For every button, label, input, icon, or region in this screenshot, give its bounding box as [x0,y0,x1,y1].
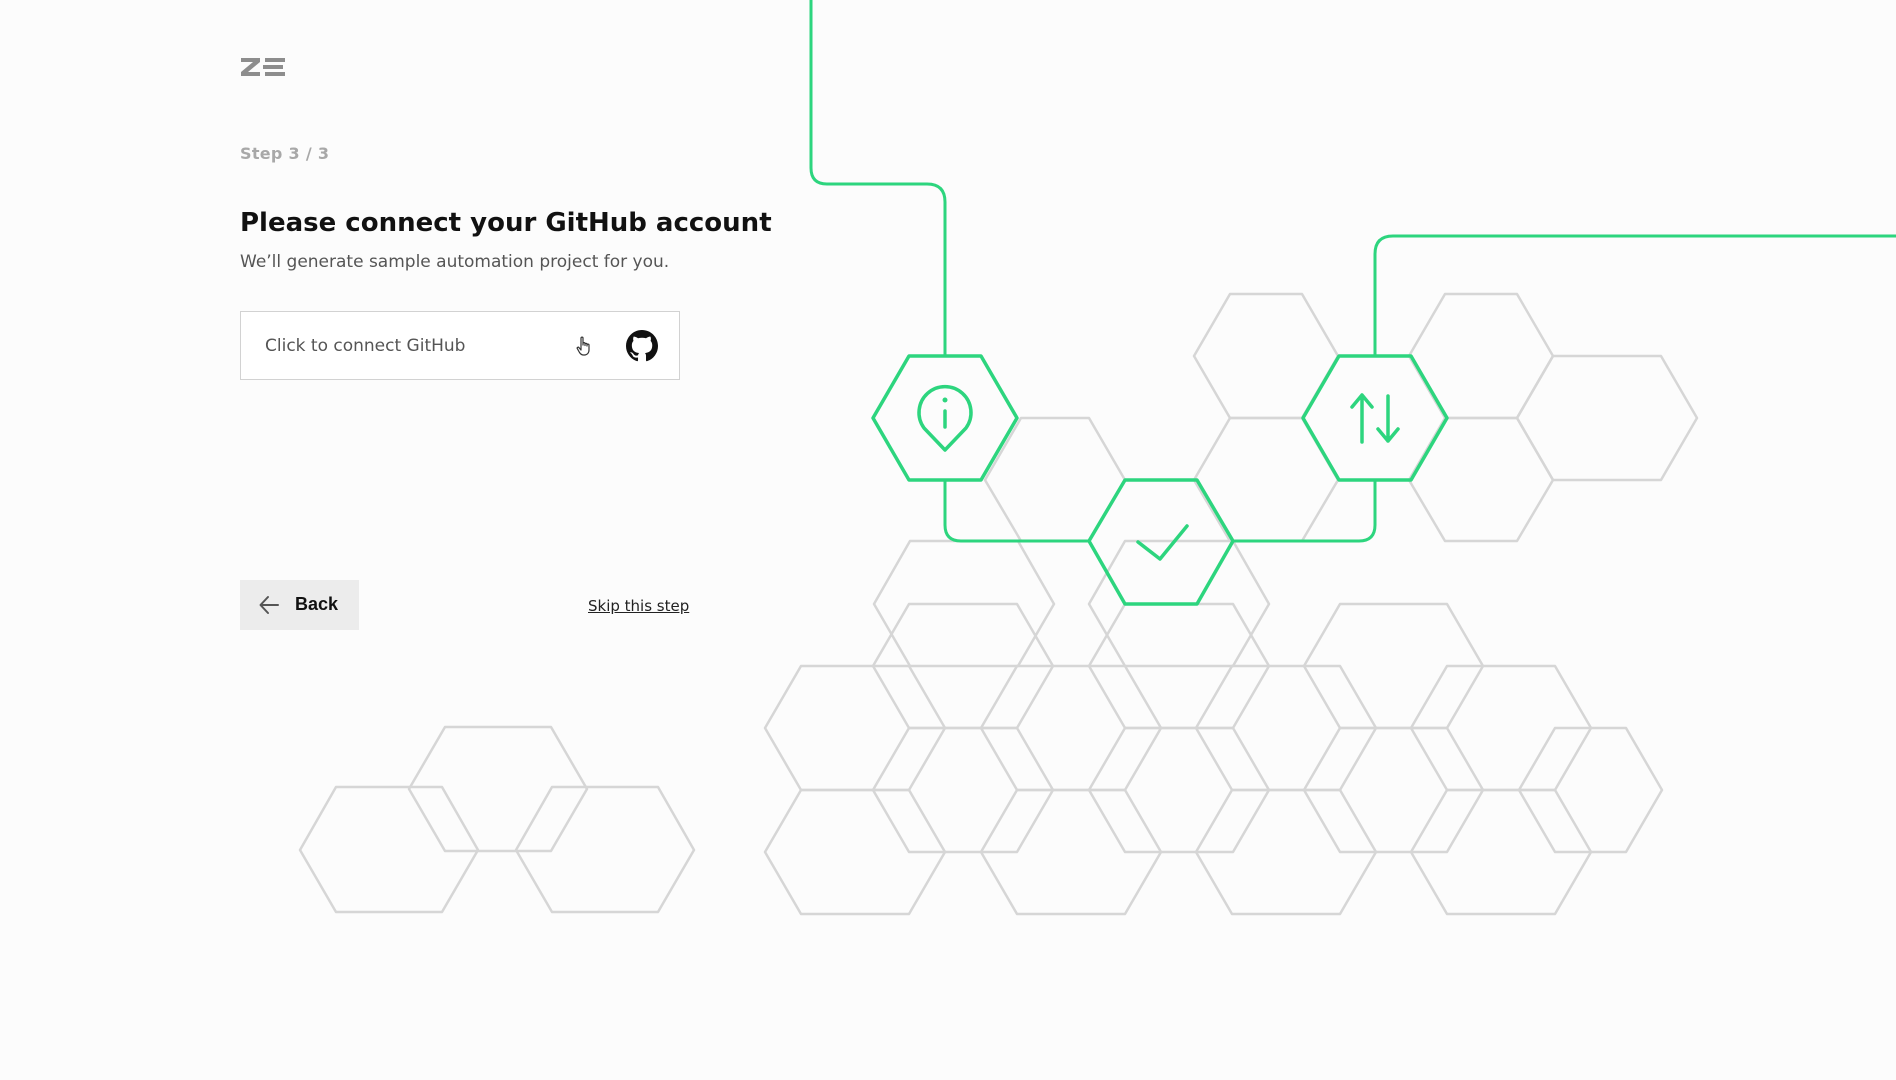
info-pin-icon [917,385,973,452]
skip-step-link[interactable]: Skip this step [588,597,689,615]
github-icon [626,330,658,362]
hex-outline [1302,602,1485,730]
circuit-line [1231,478,1377,543]
hex-outline [1087,726,1271,854]
hex-outline [979,664,1163,792]
connect-github-button[interactable]: Click to connect GitHub [240,311,680,380]
connect-github-label: Click to connect GitHub [265,336,466,356]
circuit-line [1373,234,1896,357]
hex-outline [871,726,1055,854]
hand-pointer-icon [576,336,590,356]
hex-outline [983,416,1127,543]
circuit-line [943,478,1091,543]
page-title: Please connect your GitHub account [240,208,772,238]
hex-outline [514,785,696,914]
hex-outline [1517,726,1664,854]
hex-accent-info [871,354,1019,482]
circuit-line [809,0,947,357]
onboarding-page: Step 3 / 3 Please connect your GitHub ac… [0,0,1896,1080]
hex-outline [298,785,480,914]
hex-outline [1515,354,1699,482]
hex-outline [872,539,1056,668]
hex-outline [1087,602,1271,730]
hex-outline [1409,788,1593,916]
step-indicator: Step 3 / 3 [240,144,330,163]
arrow-left-icon [259,596,279,614]
hex-outline [1192,292,1340,420]
hex-outline [1194,664,1378,792]
hex-outline [1407,416,1555,543]
hex-outline [1087,539,1271,668]
page-subtitle: We’ll generate sample automation project… [240,252,670,272]
hex-accent-check [1087,478,1235,606]
hex-accent-sort [1301,354,1449,482]
hex-outline [1194,788,1378,916]
hex-outline [1409,664,1593,792]
hex-outline [407,725,589,853]
hex-outline [763,664,947,792]
hex-outline [979,788,1163,916]
back-button-label: Back [295,594,339,614]
hex-outline [1192,416,1340,543]
checkmark-icon [1136,524,1189,561]
sort-arrows-icon [1350,393,1400,444]
hex-outline [763,788,947,916]
hex-outline [1302,726,1485,854]
back-button[interactable]: Back [240,580,359,630]
ze-logo [241,58,285,76]
hex-outline [871,602,1055,730]
hex-outline [1407,292,1555,420]
